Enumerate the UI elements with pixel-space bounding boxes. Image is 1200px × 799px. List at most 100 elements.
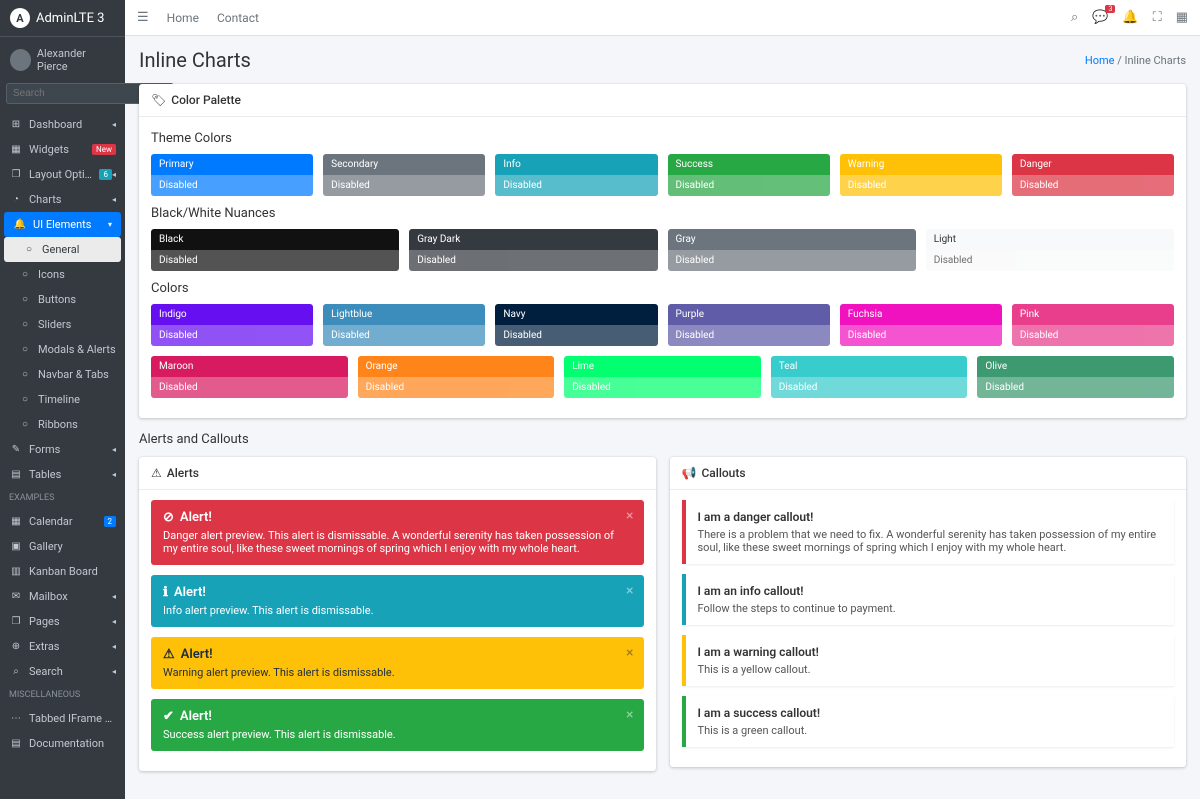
sidebar-item-search[interactable]: ⌕Search◂ [0,659,125,684]
callout-title: I am a success callout! [698,706,1163,720]
close-icon[interactable]: × [626,508,633,524]
warning-icon: ⚠ [151,466,162,480]
close-icon[interactable]: × [626,583,633,599]
swatch-main: Warning [840,154,1002,175]
misc-header: MISCELLANEOUS [0,684,125,706]
sidebar-item-widgets[interactable]: ▦WidgetsNew [0,137,125,162]
fullscreen-icon[interactable]: ⛶ [1153,10,1162,25]
nav-label: Pages [29,615,112,628]
nav-label: Tables [29,468,112,481]
swatch-black[interactable]: BlackDisabled [151,229,399,271]
swatch-warning[interactable]: WarningDisabled [840,154,1002,196]
swatch-main: Info [495,154,657,175]
sidebar-item-ribbons[interactable]: ○Ribbons [0,412,125,437]
sidebar-item-calendar[interactable]: ▦Calendar2 [0,509,125,534]
swatch-light[interactable]: LightDisabled [926,229,1174,271]
sidebar-item-kanban-board[interactable]: ▥Kanban Board [0,559,125,584]
sidebar-item-pages[interactable]: ❐Pages◂ [0,609,125,634]
swatch-gray-dark[interactable]: Gray DarkDisabled [409,229,657,271]
sidebar-item-documentation[interactable]: ▤Documentation [0,731,125,756]
circle-icon: ○ [18,269,32,280]
nav-label: Navbar & Tabs [38,368,116,381]
swatch-pink[interactable]: PinkDisabled [1012,304,1174,346]
swatch-fuchsia[interactable]: FuchsiaDisabled [840,304,1002,346]
nav-label: Tabbed IFrame Plugin [29,712,116,725]
swatch-gray[interactable]: GrayDisabled [668,229,916,271]
swatch-maroon[interactable]: MaroonDisabled [151,356,348,398]
sidebar: A AdminLTE 3 Alexander Pierce ⌕ ⊞Dashboa… [0,0,125,799]
swatch-disabled: Disabled [495,325,657,346]
danger-icon: ⊘ [163,510,174,525]
swatch-success[interactable]: SuccessDisabled [668,154,830,196]
topbar-search-icon[interactable]: ⌕ [1071,10,1078,25]
sidebar-item-layout-options[interactable]: ❐Layout Options6◂ [0,162,125,187]
nav-label: Extras [29,640,112,653]
nav-icon: ❐ [9,169,23,180]
sidebar-item-navbar-tabs[interactable]: ○Navbar & Tabs [0,362,125,387]
swatch-indigo[interactable]: IndigoDisabled [151,304,313,346]
topnav-home[interactable]: Home [167,11,199,25]
chevron-left-icon: ◂ [112,617,116,626]
callout-warning: I am a warning callout!This is a yellow … [682,635,1175,686]
callout-title: I am a danger callout! [698,510,1163,524]
warning-icon: ⚠ [163,647,175,662]
brand[interactable]: A AdminLTE 3 [0,0,125,37]
alert-danger: ×⊘Alert!Danger alert preview. This alert… [151,500,644,565]
sidebar-item-dashboard[interactable]: ⊞Dashboard◂ [0,112,125,137]
nav-label: Documentation [29,737,116,750]
sidebar-item-extras[interactable]: ⊕Extras◂ [0,634,125,659]
bell-icon[interactable]: 🔔 [1122,10,1138,25]
nav-label: Icons [38,268,116,281]
chevron-left-icon: ◂ [112,170,116,179]
sidebar-item-forms[interactable]: ✎Forms◂ [0,437,125,462]
swatch-lime[interactable]: LimeDisabled [564,356,761,398]
nav-label: Ribbons [38,418,116,431]
swatch-main: Secondary [323,154,485,175]
swatch-purple[interactable]: PurpleDisabled [668,304,830,346]
sidebar-item-buttons[interactable]: ○Buttons [0,287,125,312]
close-icon[interactable]: × [626,645,633,661]
callout-danger: I am a danger callout!There is a problem… [682,500,1175,564]
sidebar-item-mailbox[interactable]: ✉Mailbox◂ [0,584,125,609]
sidebar-item-ui-elements[interactable]: 🔔UI Elements▾ [4,212,121,237]
alert-warning: ×⚠Alert!Warning alert preview. This aler… [151,637,644,689]
swatch-disabled: Disabled [151,325,313,346]
swatch-teal[interactable]: TealDisabled [771,356,968,398]
sidebar-item-gallery[interactable]: ▣Gallery [0,534,125,559]
swatch-disabled: Disabled [495,175,657,196]
breadcrumb-home[interactable]: Home [1085,54,1115,67]
nav-icon: ◔ [9,194,23,205]
menu-toggle-icon[interactable]: ☰ [137,10,149,25]
callout-info: I am an info callout!Follow the steps to… [682,574,1175,625]
topnav-contact[interactable]: Contact [217,11,259,25]
swatch-main: Fuchsia [840,304,1002,325]
chevron-left-icon: ◂ [112,195,116,204]
swatch-navy[interactable]: NavyDisabled [495,304,657,346]
swatch-disabled: Disabled [840,325,1002,346]
close-icon[interactable]: × [626,707,633,723]
callout-success: I am a success callout!This is a green c… [682,696,1175,747]
user-avatar [10,49,31,71]
sidebar-item-general[interactable]: ○General [4,237,121,262]
swatch-danger[interactable]: DangerDisabled [1012,154,1174,196]
sidebar-item-modals-alerts[interactable]: ○Modals & Alerts [0,337,125,362]
user-panel[interactable]: Alexander Pierce [0,37,125,83]
swatch-primary[interactable]: PrimaryDisabled [151,154,313,196]
alert-title: Alert! [174,585,206,600]
comments-icon[interactable]: 💬3 [1092,10,1108,25]
swatch-orange[interactable]: OrangeDisabled [358,356,555,398]
sidebar-item-charts[interactable]: ◔Charts◂ [0,187,125,212]
nav-icon: ✉ [9,591,23,602]
sidebar-item-timeline[interactable]: ○Timeline [0,387,125,412]
swatch-secondary[interactable]: SecondaryDisabled [323,154,485,196]
swatch-lightblue[interactable]: LightblueDisabled [323,304,485,346]
sidebar-item-tabbed-iframe-plugin[interactable]: ⋯Tabbed IFrame Plugin [0,706,125,731]
sidebar-item-icons[interactable]: ○ Icons [0,262,125,287]
nav-icon: ⊞ [9,119,23,130]
circle-icon: ○ [18,294,32,305]
sidebar-item-tables[interactable]: ▤Tables◂ [0,462,125,487]
swatch-info[interactable]: InfoDisabled [495,154,657,196]
grid-icon[interactable]: ▦ [1176,10,1188,25]
sidebar-item-sliders[interactable]: ○Sliders [0,312,125,337]
swatch-olive[interactable]: OliveDisabled [977,356,1174,398]
